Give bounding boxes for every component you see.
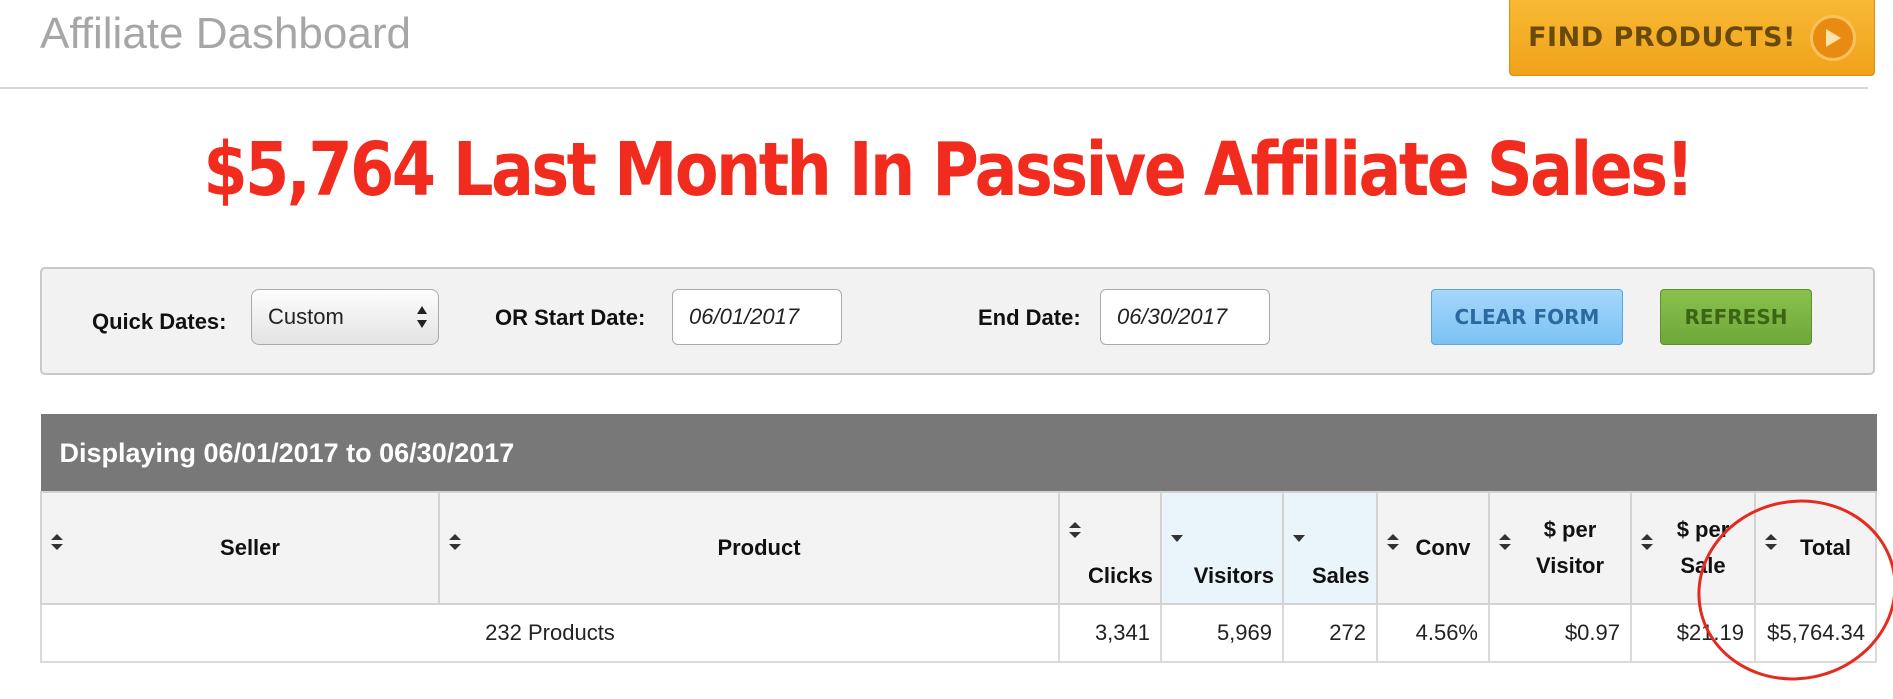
- page-title: Affiliate Dashboard: [40, 9, 411, 58]
- col-sales[interactable]: Sales: [1282, 491, 1378, 605]
- start-date-input[interactable]: 06/01/2017: [672, 289, 842, 345]
- col-conv-label: Conv: [1415, 535, 1471, 560]
- col-clicks-label: Clicks: [1088, 563, 1153, 588]
- cell-per-visitor: $0.97: [1488, 603, 1632, 663]
- select-arrows-icon: [417, 306, 427, 328]
- quick-dates-label: Quick Dates:: [92, 309, 227, 334]
- cell-conv: 4.56%: [1376, 603, 1490, 663]
- col-product-label: Product: [717, 535, 801, 560]
- sort-desc-icon: [1171, 535, 1183, 542]
- quick-dates-select[interactable]: Custom: [251, 289, 439, 345]
- col-per-visitor[interactable]: $ per Visitor: [1488, 491, 1632, 605]
- title-divider: [0, 87, 1868, 89]
- col-per-visitor-label-1: $ per: [1543, 517, 1597, 542]
- cell-sales: 272: [1282, 603, 1378, 663]
- date-filter-panel: Quick Dates: Custom OR Start Date: 06/01…: [40, 267, 1875, 375]
- sort-icon: [1499, 534, 1511, 550]
- sort-icon: [1641, 534, 1653, 550]
- find-products-button[interactable]: FIND PRODUCTS!: [1509, 0, 1875, 76]
- col-seller[interactable]: Seller: [40, 491, 440, 605]
- sort-icon: [1387, 534, 1399, 550]
- col-product[interactable]: Product: [438, 491, 1060, 605]
- end-date-label: End Date:: [978, 305, 1081, 330]
- start-date-label: OR Start Date:: [495, 305, 646, 330]
- find-products-label: FIND PRODUCTS!: [1528, 22, 1796, 53]
- play-icon: [1809, 14, 1856, 61]
- cell-visitors: 5,969: [1160, 603, 1284, 663]
- headline-banner: $5,764 Last Month In Passive Affiliate S…: [203, 127, 1694, 213]
- col-conv[interactable]: Conv: [1376, 491, 1490, 605]
- table-row: 232 Products 3,341 5,969 272 4.56% $0.97…: [40, 603, 1878, 663]
- sort-icon: [449, 534, 461, 550]
- sort-desc-icon: [1293, 535, 1305, 542]
- quick-dates-value: Custom: [268, 304, 344, 329]
- stats-table: Displaying 06/01/2017 to 06/30/2017 Sell…: [40, 414, 1878, 663]
- cell-clicks: 3,341: [1058, 603, 1162, 663]
- col-visitors-label: Visitors: [1193, 563, 1274, 588]
- col-seller-label: Seller: [220, 535, 280, 560]
- col-visitors[interactable]: Visitors: [1160, 491, 1284, 605]
- col-clicks[interactable]: Clicks: [1058, 491, 1162, 605]
- clear-form-button[interactable]: CLEAR FORM: [1431, 289, 1623, 345]
- col-sales-label: Sales: [1312, 563, 1370, 588]
- cell-products: 232 Products: [40, 603, 1060, 663]
- end-date-input[interactable]: 06/30/2017: [1100, 289, 1270, 345]
- table-caption: Displaying 06/01/2017 to 06/30/2017: [40, 414, 1877, 493]
- sort-icon: [51, 534, 63, 550]
- sort-icon: [1069, 522, 1081, 538]
- col-per-visitor-label-2: Visitor: [1535, 553, 1605, 578]
- refresh-button[interactable]: REFRESH: [1660, 289, 1812, 345]
